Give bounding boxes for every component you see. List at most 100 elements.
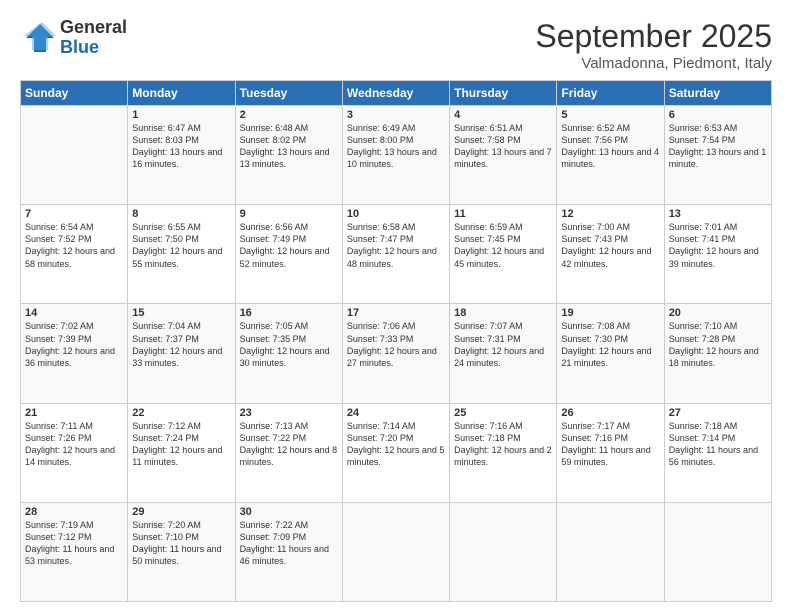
day-info: Sunrise: 7:00 AMSunset: 7:43 PMDaylight:… [561,221,659,270]
calendar-cell: 16Sunrise: 7:05 AMSunset: 7:35 PMDayligh… [235,304,342,403]
calendar-cell: 6Sunrise: 6:53 AMSunset: 7:54 PMDaylight… [664,106,771,205]
day-number: 19 [561,307,659,319]
day-info: Sunrise: 6:51 AMSunset: 7:58 PMDaylight:… [454,122,552,171]
calendar-header-friday: Friday [557,81,664,106]
calendar-week-4: 28Sunrise: 7:19 AMSunset: 7:12 PMDayligh… [21,502,772,601]
day-number: 20 [669,307,767,319]
day-number: 21 [25,407,123,419]
calendar-cell: 18Sunrise: 7:07 AMSunset: 7:31 PMDayligh… [450,304,557,403]
calendar-cell: 9Sunrise: 6:56 AMSunset: 7:49 PMDaylight… [235,205,342,304]
day-info: Sunrise: 7:11 AMSunset: 7:26 PMDaylight:… [25,420,123,469]
day-number: 27 [669,407,767,419]
day-number: 28 [25,506,123,518]
day-info: Sunrise: 7:20 AMSunset: 7:10 PMDaylight:… [132,519,230,568]
day-number: 26 [561,407,659,419]
calendar: SundayMondayTuesdayWednesdayThursdayFrid… [20,80,772,602]
day-number: 30 [240,506,338,518]
day-info: Sunrise: 7:08 AMSunset: 7:30 PMDaylight:… [561,320,659,369]
day-info: Sunrise: 7:06 AMSunset: 7:33 PMDaylight:… [347,320,445,369]
calendar-cell: 23Sunrise: 7:13 AMSunset: 7:22 PMDayligh… [235,403,342,502]
calendar-week-1: 7Sunrise: 6:54 AMSunset: 7:52 PMDaylight… [21,205,772,304]
calendar-cell: 20Sunrise: 7:10 AMSunset: 7:28 PMDayligh… [664,304,771,403]
day-number: 22 [132,407,230,419]
day-info: Sunrise: 7:14 AMSunset: 7:20 PMDaylight:… [347,420,445,469]
day-number: 24 [347,407,445,419]
calendar-cell: 2Sunrise: 6:48 AMSunset: 8:02 PMDaylight… [235,106,342,205]
day-number: 11 [454,208,552,220]
calendar-cell: 22Sunrise: 7:12 AMSunset: 7:24 PMDayligh… [128,403,235,502]
day-info: Sunrise: 7:05 AMSunset: 7:35 PMDaylight:… [240,320,338,369]
day-number: 12 [561,208,659,220]
calendar-cell: 21Sunrise: 7:11 AMSunset: 7:26 PMDayligh… [21,403,128,502]
calendar-cell [557,502,664,601]
calendar-cell: 14Sunrise: 7:02 AMSunset: 7:39 PMDayligh… [21,304,128,403]
calendar-header-saturday: Saturday [664,81,771,106]
day-info: Sunrise: 6:58 AMSunset: 7:47 PMDaylight:… [347,221,445,270]
day-info: Sunrise: 6:53 AMSunset: 7:54 PMDaylight:… [669,122,767,171]
day-number: 14 [25,307,123,319]
day-info: Sunrise: 7:17 AMSunset: 7:16 PMDaylight:… [561,420,659,469]
day-info: Sunrise: 6:48 AMSunset: 8:02 PMDaylight:… [240,122,338,171]
day-number: 10 [347,208,445,220]
logo-text: General Blue [60,18,127,58]
day-number: 3 [347,109,445,121]
calendar-cell: 30Sunrise: 7:22 AMSunset: 7:09 PMDayligh… [235,502,342,601]
calendar-cell [21,106,128,205]
day-number: 8 [132,208,230,220]
calendar-cell: 3Sunrise: 6:49 AMSunset: 8:00 PMDaylight… [342,106,449,205]
calendar-week-0: 1Sunrise: 6:47 AMSunset: 8:03 PMDaylight… [21,106,772,205]
calendar-cell: 13Sunrise: 7:01 AMSunset: 7:41 PMDayligh… [664,205,771,304]
calendar-cell: 27Sunrise: 7:18 AMSunset: 7:14 PMDayligh… [664,403,771,502]
calendar-header-monday: Monday [128,81,235,106]
calendar-cell [450,502,557,601]
day-info: Sunrise: 7:04 AMSunset: 7:37 PMDaylight:… [132,320,230,369]
calendar-cell: 29Sunrise: 7:20 AMSunset: 7:10 PMDayligh… [128,502,235,601]
calendar-cell: 10Sunrise: 6:58 AMSunset: 7:47 PMDayligh… [342,205,449,304]
calendar-header-thursday: Thursday [450,81,557,106]
day-info: Sunrise: 7:22 AMSunset: 7:09 PMDaylight:… [240,519,338,568]
calendar-cell: 7Sunrise: 6:54 AMSunset: 7:52 PMDaylight… [21,205,128,304]
day-info: Sunrise: 7:02 AMSunset: 7:39 PMDaylight:… [25,320,123,369]
day-number: 29 [132,506,230,518]
calendar-header-wednesday: Wednesday [342,81,449,106]
location-subtitle: Valmadonna, Piedmont, Italy [535,55,772,72]
header: General Blue September 2025 Valmadonna, … [20,18,772,72]
day-number: 23 [240,407,338,419]
calendar-cell: 19Sunrise: 7:08 AMSunset: 7:30 PMDayligh… [557,304,664,403]
calendar-week-2: 14Sunrise: 7:02 AMSunset: 7:39 PMDayligh… [21,304,772,403]
day-info: Sunrise: 7:13 AMSunset: 7:22 PMDaylight:… [240,420,338,469]
day-info: Sunrise: 7:10 AMSunset: 7:28 PMDaylight:… [669,320,767,369]
calendar-header-tuesday: Tuesday [235,81,342,106]
day-info: Sunrise: 7:12 AMSunset: 7:24 PMDaylight:… [132,420,230,469]
calendar-header-row: SundayMondayTuesdayWednesdayThursdayFrid… [21,81,772,106]
logo-general: General [60,18,127,38]
day-info: Sunrise: 6:54 AMSunset: 7:52 PMDaylight:… [25,221,123,270]
logo-icon [20,20,56,56]
title-block: September 2025 Valmadonna, Piedmont, Ita… [535,18,772,72]
day-info: Sunrise: 7:01 AMSunset: 7:41 PMDaylight:… [669,221,767,270]
calendar-cell: 1Sunrise: 6:47 AMSunset: 8:03 PMDaylight… [128,106,235,205]
calendar-cell: 5Sunrise: 6:52 AMSunset: 7:56 PMDaylight… [557,106,664,205]
calendar-week-3: 21Sunrise: 7:11 AMSunset: 7:26 PMDayligh… [21,403,772,502]
calendar-cell: 26Sunrise: 7:17 AMSunset: 7:16 PMDayligh… [557,403,664,502]
day-number: 1 [132,109,230,121]
calendar-cell [664,502,771,601]
day-number: 6 [669,109,767,121]
day-info: Sunrise: 6:56 AMSunset: 7:49 PMDaylight:… [240,221,338,270]
day-number: 18 [454,307,552,319]
calendar-cell [342,502,449,601]
calendar-cell: 17Sunrise: 7:06 AMSunset: 7:33 PMDayligh… [342,304,449,403]
calendar-header-sunday: Sunday [21,81,128,106]
day-number: 5 [561,109,659,121]
month-title: September 2025 [535,18,772,55]
calendar-cell: 4Sunrise: 6:51 AMSunset: 7:58 PMDaylight… [450,106,557,205]
day-info: Sunrise: 7:19 AMSunset: 7:12 PMDaylight:… [25,519,123,568]
day-info: Sunrise: 7:18 AMSunset: 7:14 PMDaylight:… [669,420,767,469]
logo-blue: Blue [60,38,127,58]
day-info: Sunrise: 6:52 AMSunset: 7:56 PMDaylight:… [561,122,659,171]
day-number: 4 [454,109,552,121]
day-info: Sunrise: 7:16 AMSunset: 7:18 PMDaylight:… [454,420,552,469]
day-number: 25 [454,407,552,419]
calendar-cell: 25Sunrise: 7:16 AMSunset: 7:18 PMDayligh… [450,403,557,502]
day-info: Sunrise: 6:59 AMSunset: 7:45 PMDaylight:… [454,221,552,270]
